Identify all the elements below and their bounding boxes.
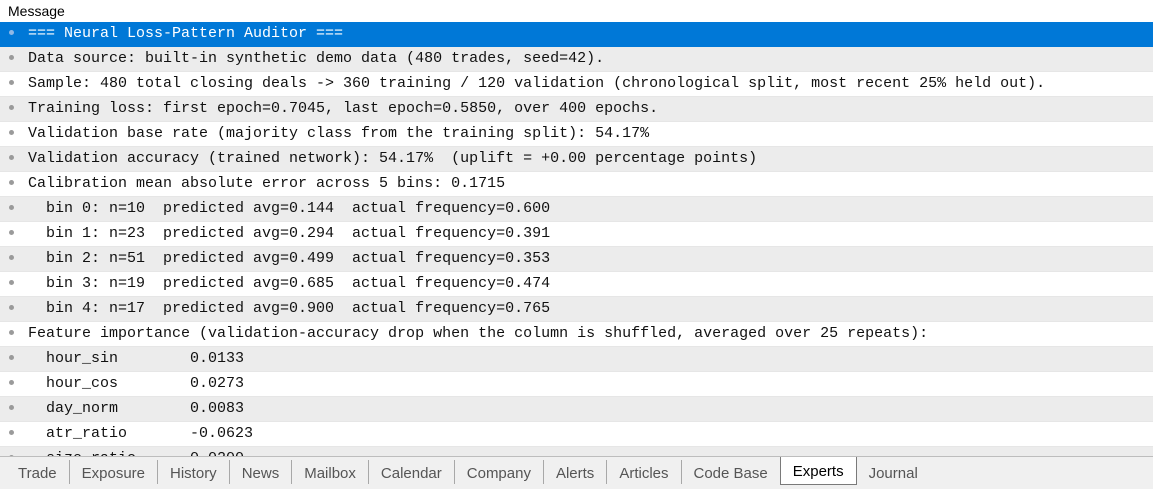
log-message-text: bin 4: n=17 predicted avg=0.900 actual f… — [28, 300, 551, 317]
tab-exposure[interactable]: Exposure — [70, 460, 159, 484]
log-message-text: Validation accuracy (trained network): 5… — [28, 150, 758, 167]
tab-articles[interactable]: Articles — [607, 460, 682, 484]
bullet-icon — [9, 330, 14, 335]
bullet-icon — [9, 280, 14, 285]
log-message-text: Sample: 480 total closing deals -> 360 t… — [28, 75, 1046, 92]
bullet-icon — [9, 230, 14, 235]
tab-calendar[interactable]: Calendar — [369, 460, 455, 484]
log-message-text: bin 1: n=23 predicted avg=0.294 actual f… — [28, 225, 551, 242]
column-header[interactable]: Message — [0, 0, 1153, 22]
tab-trade[interactable]: Trade — [6, 460, 70, 484]
log-message-text: hour_sin 0.0133 — [28, 350, 245, 367]
log-row[interactable]: bin 1: n=23 predicted avg=0.294 actual f… — [0, 222, 1153, 247]
log-message-text: Training loss: first epoch=0.7045, last … — [28, 100, 659, 117]
toolbox-window: Message === Neural Loss-Pattern Auditor … — [0, 0, 1153, 489]
bullet-icon — [9, 380, 14, 385]
log-row[interactable]: bin 3: n=19 predicted avg=0.685 actual f… — [0, 272, 1153, 297]
log-row[interactable]: Feature importance (validation-accuracy … — [0, 322, 1153, 347]
log-row[interactable]: hour_cos 0.0273 — [0, 372, 1153, 397]
log-row[interactable]: === Neural Loss-Pattern Auditor === — [0, 22, 1153, 47]
tab-code-base[interactable]: Code Base — [682, 460, 780, 484]
log-row[interactable]: Calibration mean absolute error across 5… — [0, 172, 1153, 197]
log-row[interactable]: bin 4: n=17 predicted avg=0.900 actual f… — [0, 297, 1153, 322]
log-message-text: hour_cos 0.0273 — [28, 375, 245, 392]
log-message-text: === Neural Loss-Pattern Auditor === — [28, 25, 344, 42]
tab-journal[interactable]: Journal — [857, 460, 930, 484]
log-row[interactable]: bin 2: n=51 predicted avg=0.499 actual f… — [0, 247, 1153, 272]
log-row[interactable]: size_ratio 0.0200 — [0, 447, 1153, 456]
bullet-icon — [9, 355, 14, 360]
bullet-icon — [9, 105, 14, 110]
log-row[interactable]: Data source: built-in synthetic demo dat… — [0, 47, 1153, 72]
bullet-icon — [9, 30, 14, 35]
tab-experts[interactable]: Experts — [779, 457, 857, 485]
log-message-text: day_norm 0.0083 — [28, 400, 245, 417]
log-message-text: Data source: built-in synthetic demo dat… — [28, 50, 605, 67]
bullet-icon — [9, 405, 14, 410]
log-row[interactable]: Sample: 480 total closing deals -> 360 t… — [0, 72, 1153, 97]
bullet-icon — [9, 205, 14, 210]
log-message-text: bin 2: n=51 predicted avg=0.499 actual f… — [28, 250, 551, 267]
log-row[interactable]: bin 0: n=10 predicted avg=0.144 actual f… — [0, 197, 1153, 222]
tab-strip: Trade Exposure History News Mailbox Calendar C… — [6, 457, 930, 485]
tab-mailbox[interactable]: Mailbox — [292, 460, 369, 484]
log-message-text: Validation base rate (majority class fro… — [28, 125, 650, 142]
message-column-label: Message — [8, 3, 65, 19]
log-message-text: bin 3: n=19 predicted avg=0.685 actual f… — [28, 275, 551, 292]
bullet-icon — [9, 55, 14, 60]
log-message-text: Calibration mean absolute error across 5… — [28, 175, 506, 192]
tab-news[interactable]: News — [230, 460, 293, 484]
bullet-icon — [9, 155, 14, 160]
log-message-text: atr_ratio -0.0623 — [28, 425, 254, 442]
log-row[interactable]: atr_ratio -0.0623 — [0, 422, 1153, 447]
bottom-tab-bar: Trade Exposure History News Mailbox Calendar C… — [0, 456, 1153, 489]
log-row[interactable]: Validation accuracy (trained network): 5… — [0, 147, 1153, 172]
bullet-icon — [9, 180, 14, 185]
log-message-text: Feature importance (validation-accuracy … — [28, 325, 929, 342]
log-row[interactable]: hour_sin 0.0133 — [0, 347, 1153, 372]
tab-company[interactable]: Company — [455, 460, 544, 484]
log-row[interactable]: Training loss: first epoch=0.7045, last … — [0, 97, 1153, 122]
experts-log-list[interactable]: === Neural Loss-Pattern Auditor === Data … — [0, 22, 1153, 456]
tab-history[interactable]: History — [158, 460, 230, 484]
log-row[interactable]: day_norm 0.0083 — [0, 397, 1153, 422]
log-row[interactable]: Validation base rate (majority class fro… — [0, 122, 1153, 147]
log-message-text: size_ratio 0.0200 — [28, 449, 244, 456]
tab-alerts[interactable]: Alerts — [544, 460, 608, 484]
log-message-text: bin 0: n=10 predicted avg=0.144 actual f… — [28, 200, 551, 217]
bullet-icon — [9, 305, 14, 310]
bullet-icon — [9, 130, 14, 135]
bullet-icon — [9, 255, 14, 260]
bullet-icon — [9, 80, 14, 85]
bullet-icon — [9, 430, 14, 435]
